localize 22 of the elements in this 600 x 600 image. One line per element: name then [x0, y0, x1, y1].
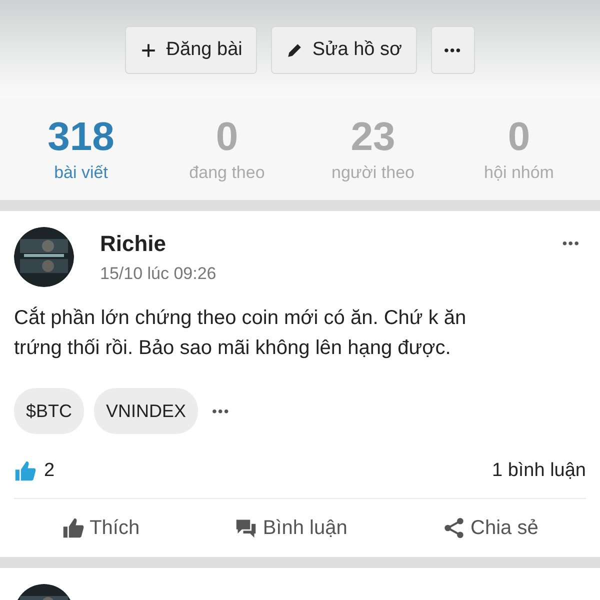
share-icon [442, 517, 465, 539]
thumbs-up-icon [62, 517, 84, 539]
comment-button[interactable]: Bình luận [228, 516, 354, 540]
speech-bubbles-icon [234, 517, 257, 539]
stat-tab[interactable]: 318 bài viết [11, 115, 151, 183]
more-button[interactable]: ••• [208, 403, 234, 419]
edit-profile-button[interactable]: Sửa hồ sơ [271, 26, 417, 74]
like-button[interactable]: Thích [56, 516, 146, 540]
tag-chip[interactable]: VNINDEX [94, 388, 198, 434]
thumbs-up-icon [14, 460, 36, 482]
new-post-button[interactable]: Đăng bài [125, 26, 258, 74]
post-time: 15/10 lúc 09:26 [100, 264, 218, 284]
like-count: 2 [44, 460, 55, 482]
pencil-icon [286, 42, 304, 58]
post-text: Cắt phần lớn chứng theo coin mới có ăn. Chứ k ăn trứng thối rồi. Bảo sao mãi không lên hạng được. [14, 306, 468, 361]
share-button[interactable]: Chia sẻ [436, 516, 544, 540]
more-button[interactable]: ••• [430, 26, 475, 74]
tag-chip[interactable]: $BTC [14, 388, 84, 434]
author-name[interactable]: Richie [100, 231, 556, 257]
plus-icon [140, 42, 158, 58]
more-button[interactable]: ••• [556, 235, 586, 251]
comment-count[interactable]: 1 bình luận [492, 460, 586, 482]
